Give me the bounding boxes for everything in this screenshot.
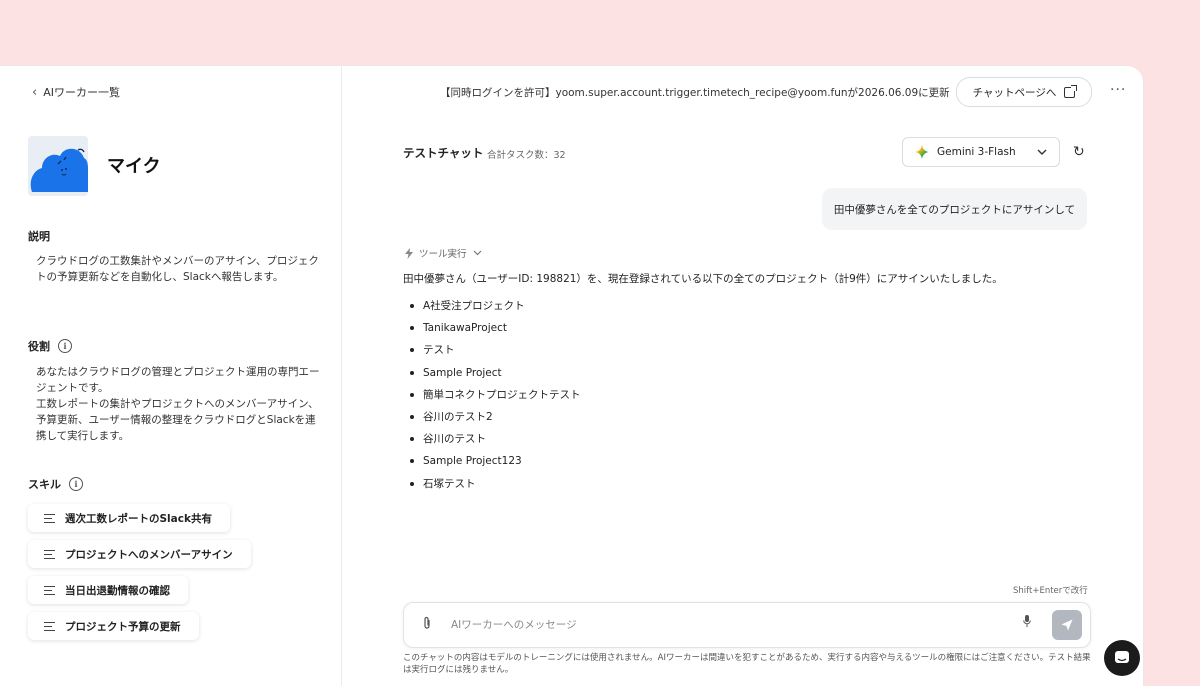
update-notice: 【同時ログインを許可】yoom.super.account.trigger.ti…: [440, 87, 950, 99]
list-item: TanikawaProject: [410, 317, 581, 339]
chevron-down-icon: [1037, 149, 1047, 155]
message-input[interactable]: [449, 613, 993, 637]
list-item: Sample Project: [410, 362, 581, 384]
project-name: TanikawaProject: [423, 322, 507, 335]
main-panel: ‹ AIワーカー一覧 マイク 説明 クラウドログの工数集計やメンバーのアサイン、…: [0, 66, 1143, 686]
agent-avatar: [28, 136, 88, 196]
list-item: 石塚テスト: [410, 473, 581, 495]
external-link-icon: [1064, 84, 1078, 98]
send-icon: [1061, 619, 1073, 631]
list-item: テスト: [410, 339, 581, 361]
skill-item[interactable]: プロジェクト予算の更新: [28, 612, 199, 640]
disclaimer: このチャットの内容はモデルのトレーニングには使用されません。AIワーカーは間違い…: [403, 653, 1091, 675]
role-text: あなたはクラウドログの管理とプロジェクト運用の専門エージェントです。 工数レポー…: [36, 366, 320, 442]
send-button[interactable]: [1052, 610, 1082, 640]
skills-label-text: スキル: [28, 478, 61, 491]
refresh-icon[interactable]: ↻: [1073, 144, 1085, 160]
task-count: 合計タスク数：32: [487, 150, 566, 161]
list-item: 谷川のテスト2: [410, 406, 581, 428]
role-label-text: 役割: [28, 340, 50, 353]
sidebar-fade: [0, 646, 340, 686]
list-item: 谷川のテスト: [410, 428, 581, 450]
chat-page-button-label: チャットページへ: [972, 86, 1057, 99]
skill-item[interactable]: プロジェクトへのメンバーアサイン: [28, 540, 251, 568]
project-name: 石塚テスト: [423, 477, 476, 490]
project-name: 谷川のテスト2: [423, 411, 493, 424]
list-lines-icon: [44, 549, 55, 559]
skill-label: プロジェクト予算の更新: [65, 620, 181, 633]
chat-page-button[interactable]: チャットページへ: [956, 77, 1092, 107]
list-lines-icon: [44, 585, 55, 595]
role-label: 役割 i: [28, 338, 72, 354]
list-item: A社受注プロジェクト: [410, 295, 581, 317]
back-link[interactable]: ‹ AIワーカー一覧: [32, 84, 120, 100]
description-label: 説明: [28, 228, 50, 244]
list-item: 簡単コネクトプロジェクトテスト: [410, 384, 581, 406]
lightning-icon: [405, 247, 413, 259]
info-icon[interactable]: i: [69, 477, 83, 491]
skills-label: スキル i: [28, 476, 83, 492]
info-icon[interactable]: i: [58, 339, 72, 353]
agent-sidebar: ‹ AIワーカー一覧 マイク 説明 クラウドログの工数集計やメンバーのアサイン、…: [0, 66, 342, 686]
project-name: テスト: [423, 344, 455, 357]
list-lines-icon: [44, 621, 55, 631]
skill-item[interactable]: 週次工数レポートのSlack共有: [28, 504, 230, 532]
message-composer: [403, 602, 1091, 648]
skill-label: 週次工数レポートのSlack共有: [65, 512, 212, 525]
assistant-message: 田中優夢さん（ユーザーID: 198821）を、現在登録されている以下の全てのプ…: [403, 273, 1003, 285]
description-label-text: 説明: [28, 230, 50, 243]
list-item: Sample Project123: [410, 450, 581, 472]
gemini-sparkle-icon: [915, 145, 929, 159]
user-message: 田中優夢さんを全てのプロジェクトにアサインして: [822, 188, 1087, 230]
cloud-mascot-icon: [28, 136, 88, 196]
description-text: クラウドログの工数集計やメンバーのアサイン、プロジェクトの予算更新などを自動化し…: [36, 255, 319, 283]
chevron-left-icon: ‹: [32, 84, 38, 100]
more-horizontal-icon[interactable]: ···: [1110, 82, 1126, 98]
support-chat-button[interactable]: [1104, 640, 1140, 676]
skill-item[interactable]: 当日出退勤情報の確認: [28, 576, 188, 604]
paperclip-icon[interactable]: [422, 616, 432, 634]
agent-name: マイク: [107, 156, 161, 177]
chat-bubble-icon: [1115, 651, 1129, 663]
back-link-label: AIワーカー一覧: [43, 86, 120, 99]
project-list: A社受注プロジェクト TanikawaProject テスト Sample Pr…: [410, 295, 581, 495]
project-name: 谷川のテスト: [423, 433, 486, 446]
shortcut-hint: Shift+Enterで改行: [1013, 586, 1088, 596]
model-select[interactable]: Gemini 3-Flash: [902, 137, 1060, 167]
chat-title: テストチャット: [403, 146, 484, 160]
skill-label: 当日出退勤情報の確認: [65, 584, 170, 597]
microphone-icon[interactable]: [1023, 615, 1031, 627]
project-name: Sample Project: [423, 366, 502, 379]
project-name: 簡単コネクトプロジェクトテスト: [423, 388, 581, 401]
project-name: Sample Project123: [423, 455, 522, 468]
tool-run-label: ツール実行: [419, 249, 467, 260]
model-name: Gemini 3-Flash: [937, 146, 1016, 158]
list-lines-icon: [44, 513, 55, 523]
tool-run-toggle[interactable]: ツール実行: [405, 246, 482, 260]
project-name: A社受注プロジェクト: [423, 300, 525, 313]
chevron-down-icon: [473, 250, 481, 256]
skill-label: プロジェクトへのメンバーアサイン: [65, 548, 233, 561]
